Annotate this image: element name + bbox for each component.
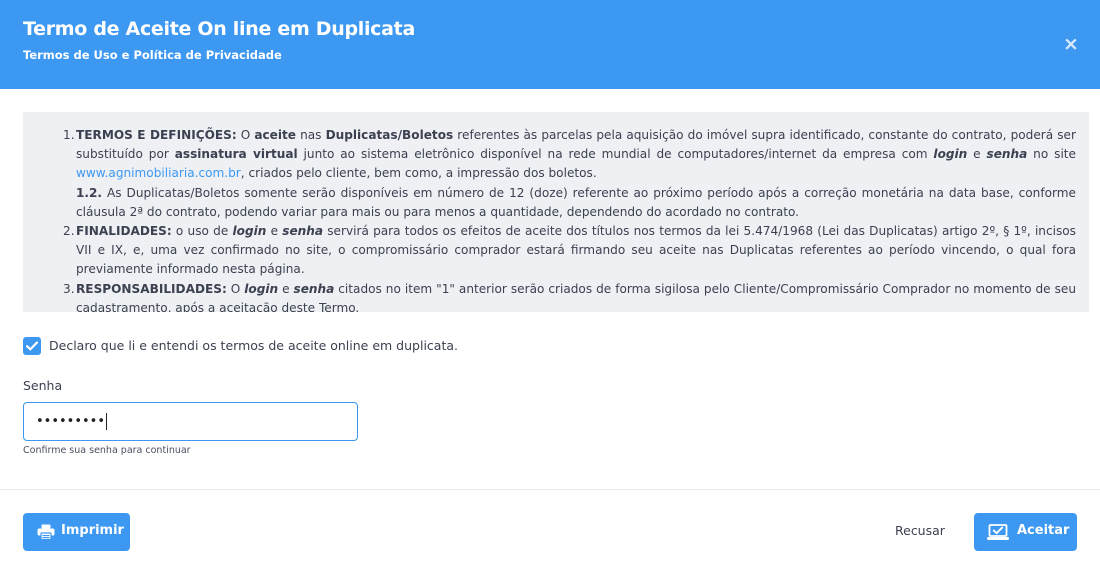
item-keyword: login bbox=[933, 147, 968, 162]
refuse-button[interactable]: Recusar bbox=[895, 523, 945, 538]
item-text: junto ao sistema eletrônico disponível n… bbox=[297, 147, 934, 162]
check-icon bbox=[26, 341, 38, 351]
terms-item-responsibilities: 3. RESPONSABILIDADES: O login e senha cit… bbox=[23, 280, 1089, 312]
terms-item-purposes: 2. FINALIDADES: o uso de login e senha se… bbox=[23, 222, 1089, 280]
item-heading: FINALIDADES: bbox=[76, 224, 172, 239]
item-number: 2. bbox=[63, 224, 75, 239]
subitem-number: 1.2. bbox=[76, 185, 103, 200]
password-input[interactable] bbox=[23, 402, 358, 441]
item-text: e bbox=[278, 281, 294, 296]
item-keyword: Duplicatas/Boletos bbox=[325, 128, 454, 142]
item-keyword: aceite bbox=[254, 128, 297, 142]
item-keyword: assinatura virtual bbox=[174, 147, 298, 162]
accept-button[interactable]: Aceitar bbox=[974, 513, 1077, 551]
item-text: e bbox=[266, 224, 283, 239]
item-text: no site bbox=[1027, 147, 1076, 162]
text-caret bbox=[106, 413, 107, 430]
site-link[interactable]: www.agnimobiliaria.com.br bbox=[76, 166, 241, 180]
print-button-label: Imprimir bbox=[61, 523, 124, 538]
agreement-checkbox[interactable] bbox=[23, 337, 41, 355]
item-heading: TERMOS E DEFINIÇÕES: bbox=[76, 128, 237, 142]
terms-content[interactable]: 1. TERMOS E DEFINIÇÕES: O aceite nas Dupl… bbox=[23, 112, 1089, 312]
item-keyword: senha bbox=[282, 224, 324, 239]
password-label: Senha bbox=[23, 378, 63, 393]
modal-subtitle: Termos de Uso e Política de Privacidade bbox=[23, 48, 282, 62]
item-text: e bbox=[967, 147, 987, 162]
print-button[interactable]: Imprimir bbox=[23, 513, 130, 551]
item-keyword: senha bbox=[986, 147, 1028, 162]
accept-button-label: Aceitar bbox=[1017, 523, 1070, 538]
item-number: 1. bbox=[63, 128, 75, 142]
item-text: o uso de bbox=[171, 224, 233, 239]
printer-icon bbox=[37, 524, 55, 544]
laptop-check-icon bbox=[987, 524, 1009, 544]
modal-header: Termo de Aceite On line em Duplicata Ter… bbox=[0, 0, 1100, 89]
item-text: O bbox=[226, 281, 245, 296]
item-text: nas bbox=[296, 128, 326, 142]
item-number: 3. bbox=[63, 281, 75, 296]
terms-list: 1. TERMOS E DEFINIÇÕES: O aceite nas Dupl… bbox=[23, 126, 1089, 312]
item-text: O bbox=[236, 128, 255, 142]
close-icon[interactable]: × bbox=[1062, 33, 1080, 55]
terms-subitem: 1.2. As Duplicatas/Boletos somente serão… bbox=[76, 184, 1076, 222]
agreement-label[interactable]: Declaro que li e entendi os termos de ac… bbox=[49, 338, 458, 353]
item-text: , criados pelo cliente, bem como, a impr… bbox=[240, 166, 597, 181]
password-help-text: Confirme sua senha para continuar bbox=[23, 445, 191, 456]
modal-title: Termo de Aceite On line em Duplicata bbox=[23, 18, 415, 40]
subitem-text: As Duplicatas/Boletos somente serão disp… bbox=[76, 185, 1076, 219]
terms-item-definitions: 1. TERMOS E DEFINIÇÕES: O aceite nas Dupl… bbox=[23, 126, 1089, 222]
item-keyword: login bbox=[232, 224, 267, 239]
item-keyword: senha bbox=[293, 281, 335, 296]
item-keyword: login bbox=[244, 281, 279, 296]
footer-divider bbox=[0, 489, 1100, 490]
item-heading: RESPONSABILIDADES: bbox=[76, 281, 227, 296]
